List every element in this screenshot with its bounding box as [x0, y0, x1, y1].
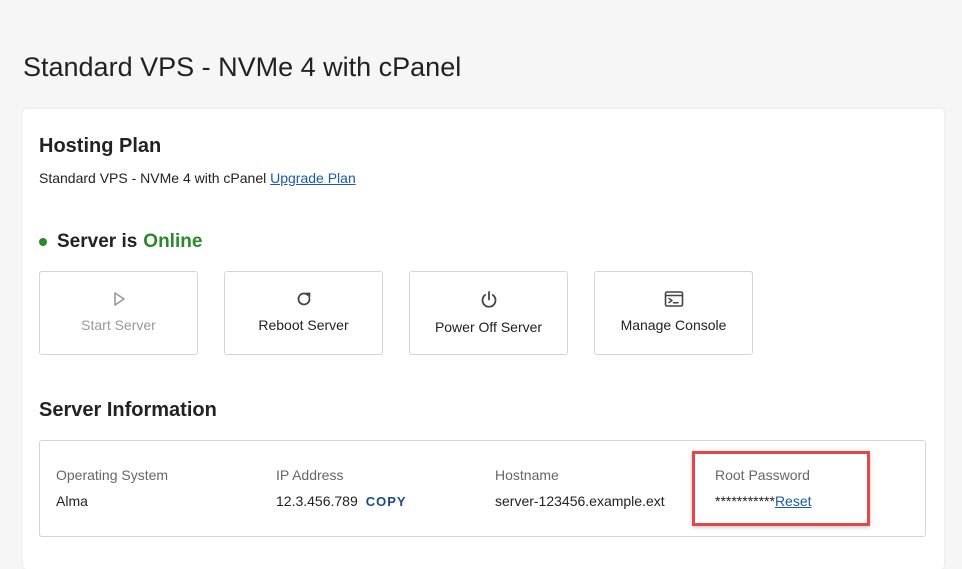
plan-line: Standard VPS - NVMe 4 with cPanel Upgrad… [39, 170, 356, 186]
copy-ip-button[interactable]: COPY [366, 494, 407, 509]
status-prefix: Server is [57, 231, 138, 252]
page-title: Standard VPS - NVMe 4 with cPanel [23, 52, 462, 82]
start-server-label: Start Server [81, 317, 156, 333]
upgrade-plan-link[interactable]: Upgrade Plan [270, 170, 356, 186]
power-off-server-button[interactable]: Power Off Server [409, 271, 568, 355]
power-off-server-label: Power Off Server [434, 319, 543, 335]
start-server-button[interactable]: Start Server [39, 271, 198, 355]
server-information-title: Server Information [39, 399, 217, 421]
os-field: Operating System Alma [56, 467, 168, 509]
manage-console-label: Manage Console [620, 317, 727, 333]
status-dot-icon [39, 238, 47, 246]
reboot-server-button[interactable]: Reboot Server [224, 271, 383, 355]
play-icon [113, 292, 125, 306]
plan-name: Standard VPS - NVMe 4 with cPanel [39, 170, 267, 186]
reboot-server-label: Reboot Server [258, 317, 349, 333]
ip-value: 12.3.456.789 [276, 493, 358, 509]
ip-label: IP Address [276, 467, 344, 483]
manage-console-button[interactable]: Manage Console [594, 271, 753, 355]
hosting-card: Hosting Plan Standard VPS - NVMe 4 with … [23, 109, 944, 569]
root-password-highlight-box [692, 451, 870, 526]
ip-field: IP Address 12.3.456.789 COPY [276, 467, 407, 509]
os-label: Operating System [56, 467, 169, 483]
os-value: Alma [56, 493, 88, 509]
hostname-value: server-123456.example.ext [495, 493, 665, 509]
hosting-plan-title: Hosting Plan [39, 135, 162, 157]
power-icon [481, 291, 496, 308]
hostname-label: Hostname [495, 467, 559, 483]
hostname-field: Hostname server-123456.example.ext [495, 467, 665, 509]
server-status: Server is Online [39, 231, 202, 253]
ip-row: 12.3.456.789 COPY [276, 493, 407, 509]
terminal-icon [664, 291, 683, 307]
status-value: Online [143, 231, 203, 252]
refresh-icon [297, 292, 310, 306]
